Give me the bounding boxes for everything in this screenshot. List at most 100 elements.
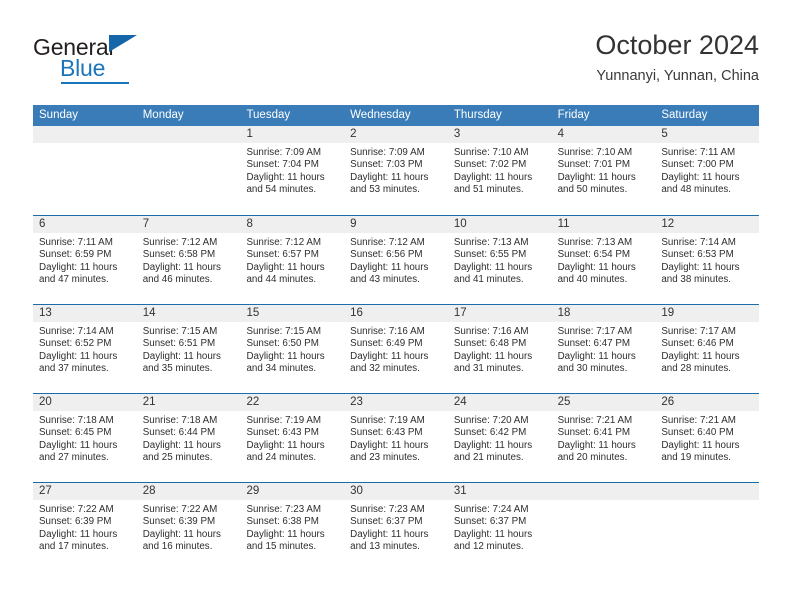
day-info-sunset: Sunset: 6:50 PM (246, 338, 319, 350)
day-number-band: 13 (33, 305, 137, 322)
calendar-day-cell[interactable]: 8 Sunrise: 7:12 AM Sunset: 6:57 PM Daylight… (240, 216, 345, 304)
day-info-sunrise: Sunrise: 7:19 AM (246, 415, 322, 426)
day-number: 15 (246, 307, 260, 319)
day-number-band: 22 (240, 394, 345, 411)
day-info-sunset: Sunset: 7:00 PM (661, 159, 734, 171)
day-number-band: 4 (551, 126, 656, 143)
day-info-sunrise: Sunrise: 7:09 AM (350, 147, 425, 158)
day-info-daylight-line1: Daylight: 11 hours (39, 261, 118, 273)
day-info-sunset: Sunset: 6:39 PM (142, 516, 216, 528)
day-info-daylight-line2: and 47 minutes. (39, 274, 109, 286)
day-info-daylight-line2: and 46 minutes. (142, 274, 213, 286)
day-info-sunset: Sunset: 6:52 PM (39, 338, 112, 350)
weekday-header-tuesday: Tuesday (246, 109, 291, 121)
day-info: Sunrise: 7:14 AM Sunset: 6:53 PM Daylight:… (655, 233, 759, 287)
day-number-band: 23 (344, 394, 448, 411)
calendar-day-cell[interactable]: 29 Sunrise: 7:23 AM Sunset: 6:38 PM Dayligh… (240, 483, 345, 571)
page-title: October 2024 (595, 30, 759, 60)
calendar-day-cell[interactable]: 13 Sunrise: 7:14 AM Sunset: 6:52 PM Dayligh… (33, 305, 137, 393)
general-blue-logo[interactable]: General Blue (33, 34, 233, 90)
calendar-day-cell-empty (551, 483, 656, 571)
weekday-header-friday: Friday (557, 109, 590, 121)
calendar-day-cell[interactable]: 15 Sunrise: 7:15 AM Sunset: 6:50 PM Dayligh… (240, 305, 345, 393)
calendar-day-cell[interactable]: 23 Sunrise: 7:19 AM Sunset: 6:43 PM Dayligh… (344, 394, 448, 482)
day-number: 27 (39, 485, 52, 497)
day-info-sunset: Sunset: 7:04 PM (246, 159, 319, 171)
day-info-sunset: Sunset: 6:55 PM (453, 249, 527, 261)
day-info-daylight-line2: and 31 minutes. (453, 363, 524, 375)
calendar-day-cell[interactable]: 9 Sunrise: 7:12 AM Sunset: 6:56 PM Daylight… (344, 216, 448, 304)
calendar-day-cell[interactable]: 25 Sunrise: 7:21 AM Sunset: 6:41 PM Dayligh… (551, 394, 656, 482)
day-number-band (33, 126, 137, 143)
calendar-day-cell[interactable]: 22 Sunrise: 7:19 AM Sunset: 6:43 PM Dayligh… (240, 394, 345, 482)
day-number-band: 30 (344, 483, 448, 500)
day-info-daylight-line1: Daylight: 11 hours (453, 439, 533, 451)
calendar-day-cell[interactable]: 28 Sunrise: 7:22 AM Sunset: 6:39 PM Dayligh… (136, 483, 241, 571)
logo-triangle-icon (109, 35, 137, 52)
day-number: 23 (350, 396, 363, 408)
calendar-day-cell[interactable]: 21 Sunrise: 7:18 AM Sunset: 6:44 PM Dayligh… (136, 394, 241, 482)
day-info-sunrise: Sunrise: 7:10 AM (453, 147, 529, 158)
weekday-header-row: Sunday Monday Tuesday Wednesday Thursday Frid… (33, 105, 759, 126)
calendar-day-cell[interactable]: 5 Sunrise: 7:11 AM Sunset: 7:00 PM Daylight… (655, 126, 760, 215)
day-info: Sunrise: 7:23 AM Sunset: 6:37 PM Daylight:… (344, 500, 448, 554)
calendar-day-cell[interactable]: 4 Sunrise: 7:10 AM Sunset: 7:01 PM Daylight… (551, 126, 656, 215)
calendar-day-cell[interactable]: 12 Sunrise: 7:14 AM Sunset: 6:53 PM Dayligh… (655, 216, 760, 304)
calendar-day-cell[interactable]: 30 Sunrise: 7:23 AM Sunset: 6:37 PM Dayligh… (344, 483, 448, 571)
calendar-day-cell[interactable]: 31 Sunrise: 7:24 AM Sunset: 6:37 PM Dayligh… (447, 483, 552, 571)
calendar-day-cell[interactable]: 1 Sunrise: 7:09 AM Sunset: 7:04 PM Daylight… (240, 126, 345, 215)
day-number-band: 21 (136, 394, 241, 411)
day-info: Sunrise: 7:18 AM Sunset: 6:44 PM Daylight:… (137, 411, 241, 465)
day-info: Sunrise: 7:17 AM Sunset: 6:46 PM Daylight:… (655, 322, 759, 376)
day-info-daylight-line2: and 51 minutes. (453, 184, 524, 196)
day-info-daylight-line1: Daylight: 11 hours (661, 171, 740, 183)
day-info-daylight-line1: Daylight: 11 hours (661, 439, 740, 451)
day-number-band: 28 (136, 483, 241, 500)
day-info-daylight-line2: and 21 minutes. (453, 452, 524, 464)
day-number: 1 (246, 128, 253, 140)
day-info-sunrise: Sunrise: 7:24 AM (453, 504, 529, 515)
day-info-daylight-line1: Daylight: 11 hours (453, 528, 533, 540)
calendar-day-cell[interactable]: 24 Sunrise: 7:20 AM Sunset: 6:42 PM Dayligh… (447, 394, 552, 482)
calendar-day-cell[interactable]: 11 Sunrise: 7:13 AM Sunset: 6:54 PM Dayligh… (551, 216, 656, 304)
day-info-sunrise: Sunrise: 7:12 AM (142, 237, 218, 248)
day-info-sunset: Sunset: 6:46 PM (661, 338, 734, 350)
day-info-sunrise: Sunrise: 7:16 AM (350, 326, 425, 337)
day-info-daylight-line1: Daylight: 11 hours (350, 171, 429, 183)
day-number: 2 (350, 128, 357, 140)
calendar-day-cell[interactable]: 6 Sunrise: 7:11 AM Sunset: 6:59 PM Daylight… (33, 216, 137, 304)
calendar-day-cell[interactable]: 26 Sunrise: 7:21 AM Sunset: 6:40 PM Dayligh… (655, 394, 760, 482)
day-info-daylight-line1: Daylight: 11 hours (142, 350, 221, 362)
calendar-day-cell[interactable]: 18 Sunrise: 7:17 AM Sunset: 6:47 PM Dayligh… (551, 305, 656, 393)
day-number: 16 (350, 307, 363, 319)
calendar-day-cell[interactable]: 7 Sunrise: 7:12 AM Sunset: 6:58 PM Daylight… (136, 216, 241, 304)
day-info-sunset: Sunset: 6:51 PM (142, 338, 216, 350)
day-info-sunset: Sunset: 7:03 PM (350, 159, 423, 171)
weekday-header-monday: Monday (142, 109, 184, 121)
calendar-week-row: 1 Sunrise: 7:09 AM Sunset: 7:04 PM Daylight… (33, 126, 760, 215)
day-info-sunset: Sunset: 7:02 PM (453, 159, 527, 171)
calendar-week-row: 6 Sunrise: 7:11 AM Sunset: 6:59 PM Daylight… (33, 215, 760, 304)
calendar-day-cell[interactable]: 17 Sunrise: 7:16 AM Sunset: 6:48 PM Dayligh… (447, 305, 552, 393)
day-number-band: 20 (33, 394, 137, 411)
day-info-daylight-line2: and 12 minutes. (453, 541, 524, 553)
day-number-band: 15 (240, 305, 345, 322)
day-number: 31 (453, 485, 467, 497)
day-info-sunrise: Sunrise: 7:22 AM (142, 504, 218, 515)
calendar-day-cell[interactable]: 14 Sunrise: 7:15 AM Sunset: 6:51 PM Dayligh… (136, 305, 241, 393)
day-info-sunrise: Sunrise: 7:10 AM (557, 147, 633, 158)
calendar-day-cell[interactable]: 3 Sunrise: 7:10 AM Sunset: 7:02 PM Daylight… (447, 126, 552, 215)
calendar-day-cell-empty (655, 483, 760, 571)
calendar-day-cell[interactable]: 20 Sunrise: 7:18 AM Sunset: 6:45 PM Dayligh… (33, 394, 137, 482)
calendar-day-cell[interactable]: 10 Sunrise: 7:13 AM Sunset: 6:55 PM Dayligh… (447, 216, 552, 304)
day-info-sunset: Sunset: 6:37 PM (350, 516, 423, 528)
day-info-sunrise: Sunrise: 7:14 AM (661, 237, 736, 248)
day-info: Sunrise: 7:12 AM Sunset: 6:56 PM Daylight:… (344, 233, 448, 287)
day-info-sunset: Sunset: 6:44 PM (142, 427, 216, 439)
day-info-daylight-line2: and 25 minutes. (142, 452, 213, 464)
calendar-day-cell[interactable]: 19 Sunrise: 7:17 AM Sunset: 6:46 PM Dayligh… (655, 305, 760, 393)
calendar-day-cell[interactable]: 2 Sunrise: 7:09 AM Sunset: 7:03 PM Daylight… (344, 126, 448, 215)
calendar-day-cell[interactable]: 27 Sunrise: 7:22 AM Sunset: 6:39 PM Dayligh… (33, 483, 137, 571)
day-info: Sunrise: 7:12 AM Sunset: 6:58 PM Daylight:… (137, 233, 241, 287)
calendar-day-cell[interactable]: 16 Sunrise: 7:16 AM Sunset: 6:49 PM Dayligh… (344, 305, 448, 393)
